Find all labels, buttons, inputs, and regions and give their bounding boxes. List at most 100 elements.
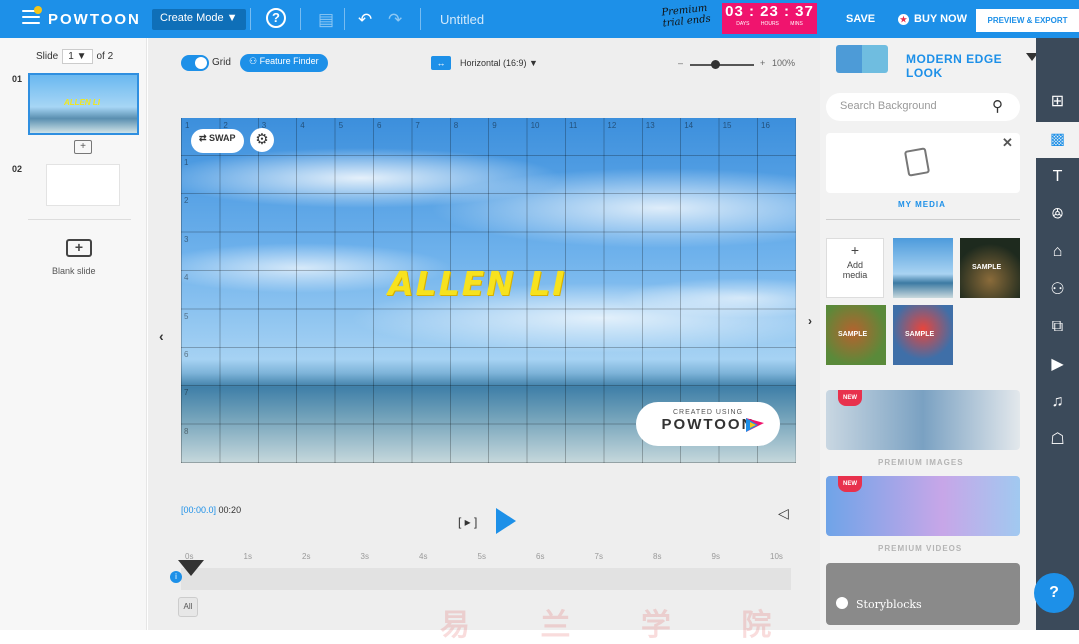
notification-dot — [34, 6, 42, 14]
feature-finder-button[interactable]: ⚇ Feature Finder — [240, 54, 328, 72]
divider — [344, 8, 345, 30]
grid-column-number: 11 — [569, 121, 578, 130]
timeline-tick: 3s — [360, 552, 369, 561]
media-thumb-sky[interactable] — [893, 238, 953, 298]
all-layers-button[interactable]: All — [178, 597, 198, 617]
grid-row-number: 1 — [184, 158, 189, 167]
timeline-tick: 10s — [770, 552, 783, 561]
gear-icon[interactable]: ⚙ — [250, 128, 274, 152]
powtoon-logo-icon — [746, 418, 764, 432]
media-icon[interactable]: ⧉ — [1036, 309, 1079, 345]
plus-icon: + — [850, 242, 860, 258]
specials-icon[interactable]: ☖ — [1036, 422, 1079, 458]
slides-panel: Slide 1 ▼ of 2 01 ALLEN LI + 02 + Blank sl… — [0, 38, 147, 630]
look-selector[interactable]: MODERN EDGE LOOK — [906, 52, 1036, 80]
media-thumb-sample[interactable]: SAMPLE — [826, 305, 886, 365]
zoom-slider[interactable] — [690, 64, 754, 66]
slide-selector[interactable]: Slide 1 ▼ of 2 — [36, 49, 113, 64]
stage-area: Grid ⚇ Feature Finder ↔ Horizontal (16:9… — [148, 38, 820, 630]
help-icon[interactable]: ? — [266, 8, 286, 28]
timeline-tick: 5s — [477, 552, 486, 561]
shapes-icon[interactable]: ⚇ — [1036, 272, 1079, 308]
layout-icon[interactable]: ⊞ — [1036, 84, 1079, 120]
zoom-slider-handle[interactable] — [711, 60, 720, 69]
slide-title-text[interactable]: ALLEN LI — [388, 264, 567, 303]
upload-icon[interactable] — [903, 147, 931, 177]
video-icon[interactable]: ▶ — [1036, 347, 1079, 383]
premium-trial-label: Premium trial ends — [660, 2, 712, 30]
buy-now-button[interactable]: ★ BUY NOW — [898, 13, 967, 25]
timeline-tick: 6s — [536, 552, 545, 561]
timeline-tick: 7s — [594, 552, 603, 561]
add-media-button[interactable]: + Add media — [826, 238, 884, 298]
music-icon[interactable]: ♫ — [1036, 384, 1079, 420]
grid-column-number: 10 — [530, 121, 540, 130]
mode-dropdown[interactable]: Create Mode ▼ — [152, 9, 246, 30]
premium-images-card[interactable]: NEW — [826, 390, 1020, 450]
background-icon[interactable]: ▩ — [1036, 121, 1079, 158]
close-icon[interactable]: ✕ — [1002, 135, 1013, 151]
media-thumb-sample[interactable]: SAMPLE — [893, 305, 953, 365]
premium-videos-card[interactable]: NEW — [826, 476, 1020, 536]
help-button[interactable]: ? — [1034, 573, 1074, 613]
collapse-left-chevron-icon[interactable]: ‹ — [159, 328, 164, 344]
star-icon: ★ — [898, 14, 909, 25]
storyblocks-card[interactable] — [826, 563, 1020, 625]
project-title[interactable]: Untitled — [440, 12, 484, 27]
grid-column-number: 9 — [492, 121, 497, 130]
search-background-input[interactable]: Search Background — [826, 93, 1020, 121]
collapse-right-chevron-icon[interactable]: › — [808, 314, 812, 328]
info-icon[interactable]: i — [170, 571, 182, 583]
timeline-track[interactable] — [181, 568, 791, 590]
save-button[interactable]: SAVE — [846, 13, 875, 25]
slide-thumbnail-2[interactable] — [46, 164, 120, 206]
grid-label: Grid — [212, 57, 231, 68]
my-media-tab[interactable]: MY MEDIA — [898, 200, 946, 209]
orientation-dropdown[interactable]: Horizontal (16:9) ▼ — [460, 58, 538, 68]
slide-thumbnail-1[interactable]: ALLEN LI — [28, 73, 139, 135]
orientation-icon[interactable]: ↔ — [431, 56, 451, 70]
grid-column-number: 16 — [761, 121, 770, 130]
preview-export-button[interactable]: PREVIEW & EXPORT — [976, 9, 1079, 32]
grid-column-number: 6 — [377, 121, 382, 130]
blank-slide-icon[interactable]: + — [66, 239, 92, 257]
media-thumb-sample[interactable]: SAMPLE — [960, 238, 1020, 298]
grid-row-number: 3 — [184, 234, 189, 244]
zoom-minus[interactable]: – — [678, 58, 683, 68]
add-slide-icon[interactable]: + — [74, 140, 92, 154]
timeline-tick: 4s — [419, 552, 428, 561]
created-using-badge: CREATED USING POWTOON — [636, 402, 780, 446]
search-icon[interactable]: ⚲ — [992, 97, 1003, 115]
grid-row-number: 6 — [184, 350, 189, 359]
zoom-plus[interactable]: + — [760, 58, 765, 68]
blank-slide-label[interactable]: Blank slide — [52, 266, 96, 276]
grid-column-number: 1 — [185, 121, 190, 130]
binoculars-icon: ⚇ — [249, 56, 260, 66]
speaker-icon[interactable]: ◁ — [778, 505, 789, 522]
grid-row-number: 4 — [184, 273, 189, 283]
grid-column-number: 12 — [607, 121, 617, 130]
play-scene-button[interactable]: [ ▸ ] — [458, 515, 477, 529]
grid-row-number: 5 — [184, 311, 189, 321]
grid-toggle[interactable] — [181, 55, 209, 71]
slide-number: 01 — [12, 74, 23, 84]
undo-icon[interactable]: ↶ — [358, 10, 372, 30]
slide-number: 02 — [12, 164, 23, 174]
playhead-handle[interactable] — [178, 560, 204, 576]
grid-column-number: 7 — [415, 121, 420, 130]
redo-icon[interactable]: ↷ — [388, 10, 402, 30]
grid-column-number: 8 — [453, 121, 459, 130]
text-icon[interactable]: T — [1036, 159, 1079, 195]
timeline-ruler: 0s 1s 2s 3s 4s 5s 6s 7s 8s 9s 10s — [181, 552, 783, 564]
watermark: 易 兰 学 院 — [440, 608, 802, 643]
swap-button[interactable]: ⇄ SWAP — [191, 129, 244, 153]
notes-icon[interactable]: ▤ — [318, 10, 334, 30]
zoom-level: 100% — [772, 58, 796, 68]
props-icon[interactable]: ⌂ — [1036, 234, 1079, 270]
grid-row-number: 7 — [184, 388, 189, 398]
play-icon[interactable] — [496, 508, 516, 534]
timeline-tick: 8s — [653, 552, 662, 561]
premium-videos-label: PREMIUM VIDEOS — [878, 544, 963, 553]
characters-icon[interactable]: ꔮ — [1036, 197, 1079, 233]
slide-canvas[interactable]: 1 2 3 4 5 6 7 8 9 10 11 12 13 14 15 16 1 2 3 4 5 6 7 8 ⇄ SWAP ⚙… — [181, 118, 796, 463]
